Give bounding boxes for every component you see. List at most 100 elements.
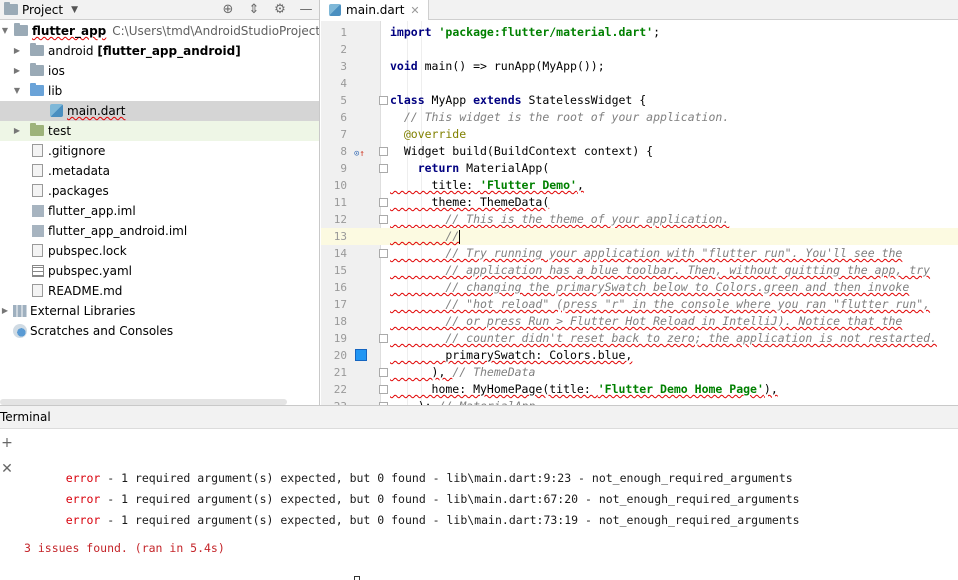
code-text: // This widget is the root of your appli… <box>390 110 730 124</box>
code-line[interactable]: 6 // This widget is the root of your app… <box>321 109 958 126</box>
fold-marker-icon[interactable] <box>379 334 388 343</box>
line-number: 7 <box>340 128 347 141</box>
line-number: 22 <box>333 383 347 396</box>
tree-item-pubspec-yaml[interactable]: pubspec.yaml <box>0 261 319 281</box>
line-number: 3 <box>340 60 347 73</box>
tree-item-packages[interactable]: .packages <box>0 181 319 201</box>
tree-item-label: android <box>48 44 94 58</box>
code-line[interactable]: 11 theme: ThemeData( <box>321 194 958 211</box>
code-line[interactable]: 1 import 'package:flutter/material.dart'; <box>321 24 958 41</box>
chevron-right-icon[interactable]: ▶ <box>0 301 10 321</box>
code-line[interactable]: 12 // This is the theme of your applicat… <box>321 211 958 228</box>
tree-item-pubspec-lock[interactable]: pubspec.lock <box>0 241 319 261</box>
code-text: class MyApp extends StatelessWidget { <box>390 93 647 107</box>
folder-icon <box>30 83 44 96</box>
tree-item-test[interactable]: ▶ test <box>0 121 319 141</box>
code-text: ), // ThemeData <box>390 365 536 379</box>
fold-marker-icon[interactable] <box>379 198 388 207</box>
fold-marker-icon[interactable] <box>379 164 388 173</box>
code-line[interactable]: 2 <box>321 41 958 58</box>
chevron-right-icon[interactable]: ▶ <box>12 121 22 141</box>
code-line[interactable]: 21 ), // ThemeData <box>321 364 958 381</box>
tree-item-ios[interactable]: ▶ ios <box>0 61 319 81</box>
chevron-right-icon[interactable]: ▶ <box>12 41 22 61</box>
code-text: @override <box>390 127 467 141</box>
project-view-selector[interactable]: Project ▼ <box>0 0 78 20</box>
terminal[interactable]: + ✕ error - 1 required argument(s) expec… <box>0 429 958 580</box>
code-line[interactable]: 20 primarySwatch: Colors.blue, <box>321 347 958 364</box>
code-text: // changing the primarySwatch below to C… <box>390 280 910 294</box>
fold-marker-icon[interactable] <box>379 215 388 224</box>
code-text: // Try running your application with "fl… <box>390 246 903 260</box>
chevron-down-icon[interactable]: ▼ <box>0 21 10 41</box>
tree-item-scratches[interactable]: Scratches and Consoles <box>0 321 319 341</box>
tree-item-gitignore[interactable]: .gitignore <box>0 141 319 161</box>
chevron-down-icon: ▼ <box>71 4 78 15</box>
code-line[interactable]: 7 @override <box>321 126 958 143</box>
code-line[interactable]: 9 return MaterialApp( <box>321 160 958 177</box>
code-line[interactable]: 23 ); // MaterialApp <box>321 398 958 405</box>
chevron-right-icon[interactable]: ▶ <box>12 61 22 81</box>
settings-icon[interactable]: ⚙ <box>267 0 293 20</box>
editor: main.dart ✕ 1 import 'package:flutter/mat… <box>321 0 958 405</box>
tree-item-label: flutter_app.iml <box>48 204 136 218</box>
tree-item-lib[interactable]: ▼ lib <box>0 81 319 101</box>
code-line[interactable]: 17 // "hot reload" (press "r" in the con… <box>321 296 958 313</box>
tree-item-android[interactable]: ▶ android [flutter_app_android] <box>0 41 319 61</box>
code-line[interactable]: 15 // application has a blue toolbar. Th… <box>321 262 958 279</box>
tree-item-label: flutter_app_android.iml <box>48 224 188 238</box>
code-line[interactable]: 3 void main() => runApp(MyApp()); <box>321 58 958 75</box>
tree-item-metadata[interactable]: .metadata <box>0 161 319 181</box>
code-line[interactable]: 8 ⊙↑ Widget build(BuildContext context) { <box>321 143 958 160</box>
tree-item-external-libraries[interactable]: ▶ External Libraries <box>0 301 319 321</box>
chevron-down-icon[interactable]: ▼ <box>12 81 22 101</box>
fold-marker-icon[interactable] <box>379 147 388 156</box>
tree-item-main-dart[interactable]: main.dart <box>0 101 319 121</box>
fold-marker-icon[interactable] <box>379 96 388 105</box>
code-text: home: MyHomePage(title: 'Flutter Demo Ho… <box>390 382 778 396</box>
line-number: 20 <box>333 349 347 362</box>
add-icon[interactable]: + <box>0 435 14 451</box>
code-line[interactable]: 22 home: MyHomePage(title: 'Flutter Demo… <box>321 381 958 398</box>
code-line[interactable]: 13 // <box>321 228 958 245</box>
fold-marker-icon[interactable] <box>379 385 388 394</box>
line-number: 6 <box>340 111 347 124</box>
code-line[interactable]: 5 class MyApp extends StatelessWidget { <box>321 92 958 109</box>
close-icon[interactable]: ✕ <box>0 461 14 477</box>
crosshair-icon[interactable]: ⊕ <box>215 0 241 20</box>
fold-marker-icon[interactable] <box>379 249 388 258</box>
tree-item-flutter-app[interactable]: ▼ flutter_app C:\Users\tmd\AndroidStudioP… <box>0 21 320 41</box>
collapse-icon[interactable]: ⇕ <box>241 0 267 20</box>
tree-item-flutter-app-android-iml[interactable]: flutter_app_android.iml <box>0 221 319 241</box>
minimize-icon[interactable]: — <box>293 0 319 20</box>
code-area[interactable]: 1 import 'package:flutter/material.dart';… <box>321 21 958 405</box>
code-line[interactable]: 16 // changing the primarySwatch below t… <box>321 279 958 296</box>
tree-item-label: pubspec.yaml <box>48 264 132 278</box>
line-number: 11 <box>333 196 347 209</box>
line-number: 21 <box>333 366 347 379</box>
line-number: 8 <box>340 145 347 158</box>
yaml-file-icon <box>32 265 44 277</box>
code-text: theme: ThemeData( <box>390 195 550 209</box>
code-line[interactable]: 10 title: 'Flutter Demo', <box>321 177 958 194</box>
line-number: 1 <box>340 26 347 39</box>
code-line[interactable]: 4 <box>321 75 958 92</box>
code-text: // counter didn't reset back to zero; th… <box>390 331 937 345</box>
fold-marker-icon[interactable] <box>379 368 388 377</box>
terminal-summary: 3 issues found. (ran in 5.4s) <box>24 541 225 555</box>
tree-item-label: .gitignore <box>48 144 106 158</box>
code-line[interactable]: 19 // counter didn't reset back to zero;… <box>321 330 958 347</box>
code-line[interactable]: 14 // Try running your application with … <box>321 245 958 262</box>
folder-icon <box>14 23 28 36</box>
tree-item-flutter-app-iml[interactable]: flutter_app.iml <box>0 201 319 221</box>
close-icon[interactable]: ✕ <box>410 4 419 17</box>
code-line[interactable]: 18 // or press Run > Flutter Hot Reload … <box>321 313 958 330</box>
color-swatch-icon[interactable] <box>355 349 367 361</box>
file-icon <box>32 244 43 257</box>
tab-main-dart[interactable]: main.dart ✕ <box>321 0 429 20</box>
tree-item-path: C:\Users\tmd\AndroidStudioProjects\flutt <box>112 24 320 38</box>
line-number: 10 <box>333 179 347 192</box>
code-text: // or press Run > Flutter Hot Reload in … <box>390 314 903 328</box>
tree-item-label: main.dart <box>67 104 126 118</box>
tree-item-readme[interactable]: README.md <box>0 281 319 301</box>
